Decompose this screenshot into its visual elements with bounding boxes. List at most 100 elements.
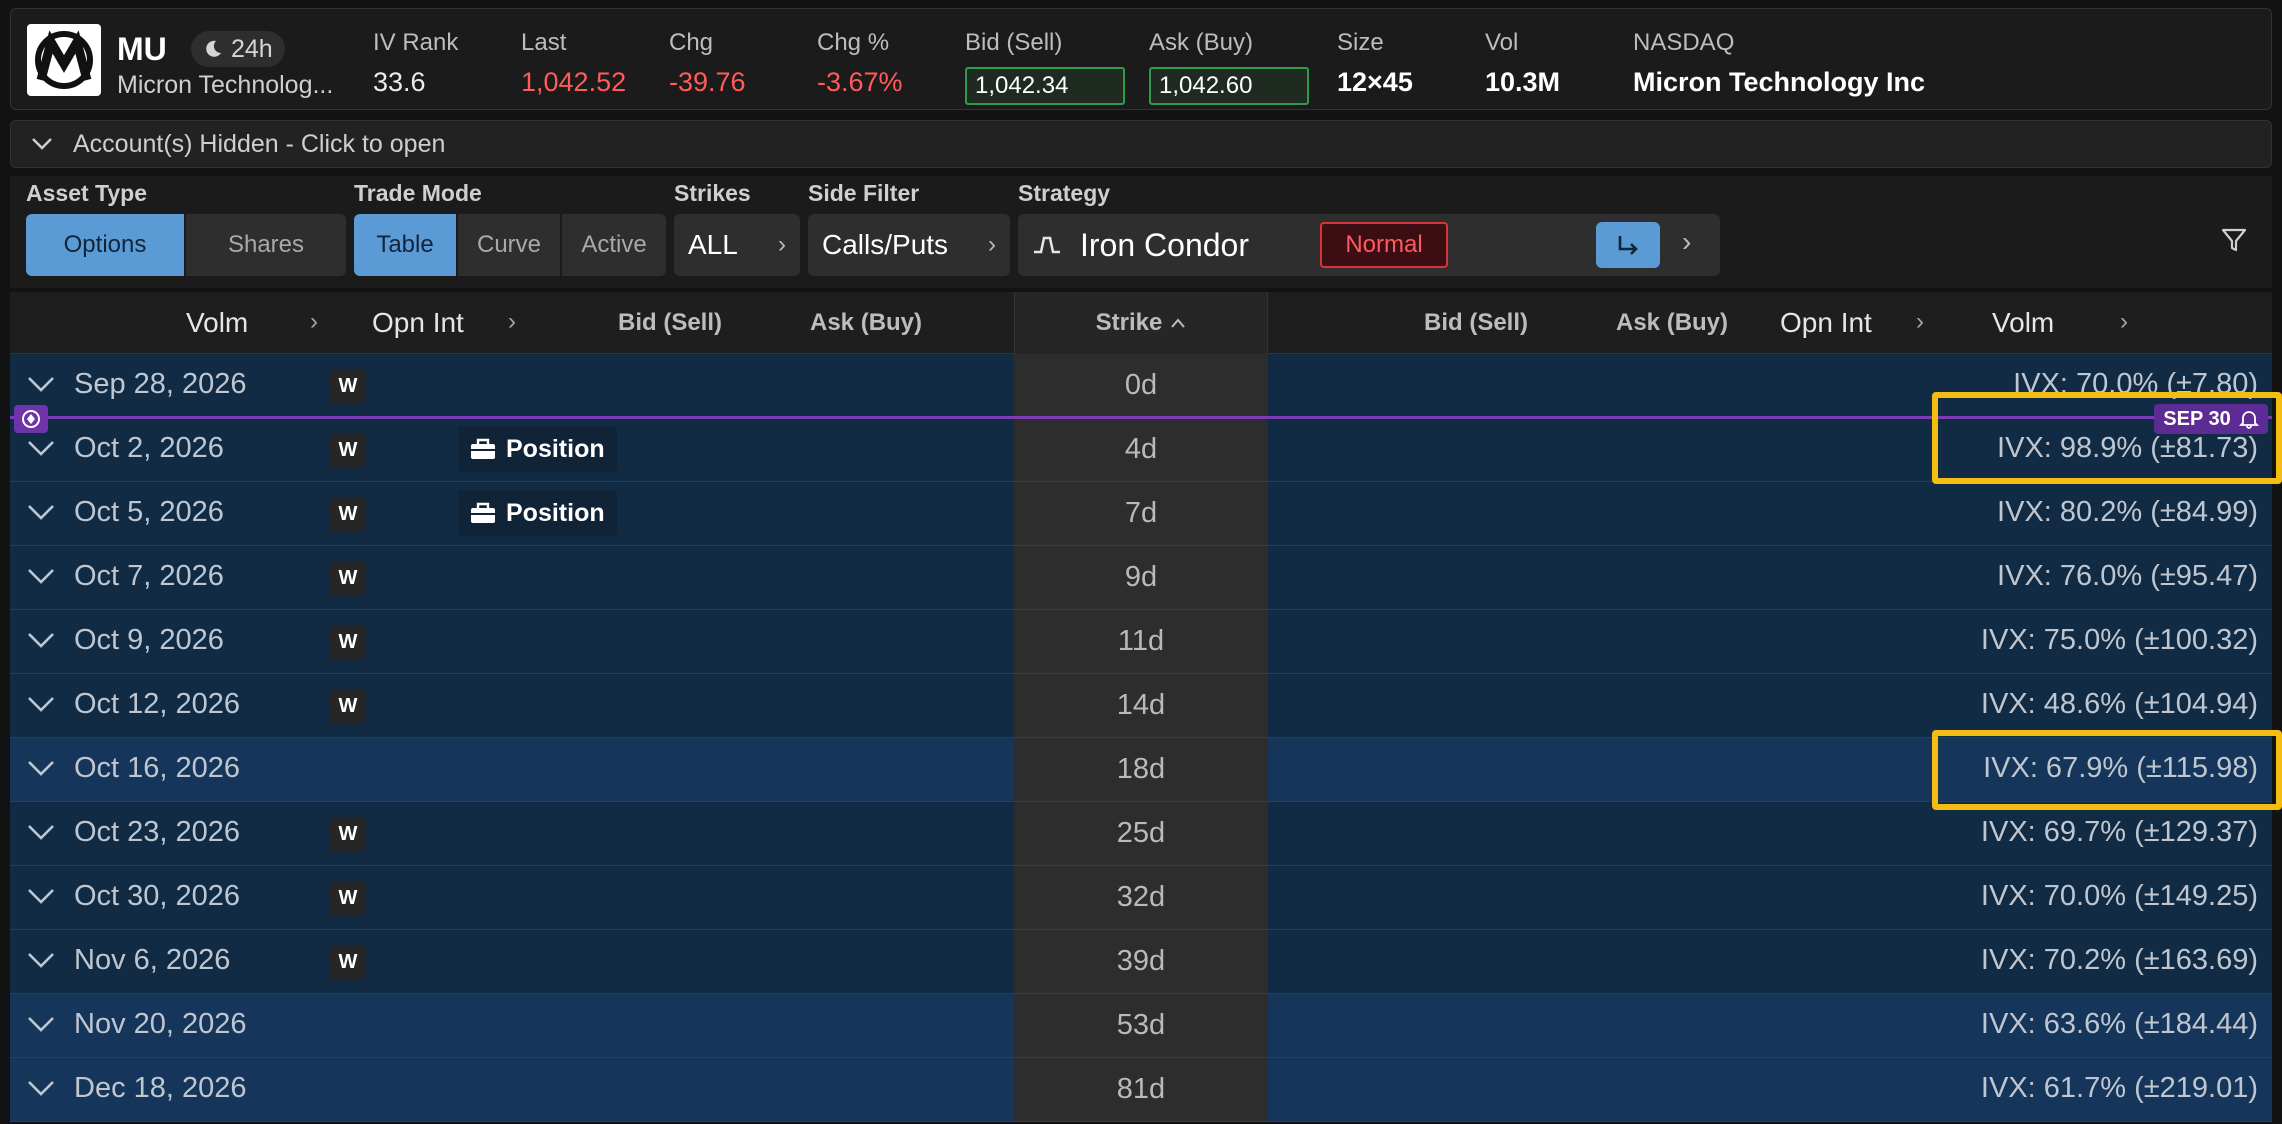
chevron-down-icon[interactable] bbox=[26, 884, 56, 908]
strikes-value: ALL bbox=[688, 229, 738, 260]
days-to-expiry: 0d bbox=[1014, 354, 1268, 417]
iron-condor-icon bbox=[1034, 236, 1060, 254]
strategy-apply-button[interactable] bbox=[1596, 222, 1660, 268]
quote-header: MU 24h Micron Technolog... IV Rank 33.6 … bbox=[10, 8, 2272, 110]
iv-rank: IV Rank 33.6 bbox=[373, 29, 458, 98]
expiration-row[interactable]: Nov 20, 2026 53d IVX: 63.6% (±184.44) bbox=[10, 994, 2272, 1058]
chevron-down-icon[interactable] bbox=[26, 692, 56, 716]
chevron-down-icon bbox=[32, 138, 52, 150]
expiration-row[interactable]: Oct 9, 2026 W 11d IVX: 75.0% (±100.32) bbox=[10, 610, 2272, 674]
accounts-hidden-bar[interactable]: Account(s) Hidden - Click to open bbox=[10, 120, 2272, 168]
size: Size 12×45 bbox=[1337, 29, 1413, 98]
exchange-label: NASDAQ bbox=[1633, 29, 1735, 56]
expiration-date: Oct 7, 2026 bbox=[74, 560, 224, 592]
col-left-volm[interactable]: Volm bbox=[186, 292, 248, 354]
chevron-right-icon[interactable]: › bbox=[1682, 226, 1691, 258]
chevron-down-icon[interactable] bbox=[26, 948, 56, 972]
col-strike[interactable]: Strike bbox=[1014, 292, 1268, 354]
expiration-row[interactable]: Dec 18, 2026 81d IVX: 61.7% (±219.01) bbox=[10, 1058, 2272, 1122]
chg-value: -39.76 bbox=[669, 67, 746, 97]
days-to-expiry: 7d bbox=[1014, 482, 1268, 545]
asset-type-options[interactable]: Options bbox=[26, 214, 186, 276]
vol-value: 10.3M bbox=[1485, 67, 1561, 97]
col-right-bid[interactable]: Bid (Sell) bbox=[1424, 292, 1528, 354]
trade-mode-active[interactable]: Active bbox=[562, 214, 666, 276]
expiration-date: Oct 5, 2026 bbox=[74, 496, 224, 528]
col-right-ask[interactable]: Ask (Buy) bbox=[1616, 292, 1728, 354]
chevron-right-icon[interactable]: › bbox=[1916, 308, 1924, 336]
trade-mode-curve[interactable]: Curve bbox=[458, 214, 562, 276]
chevron-down-icon[interactable] bbox=[26, 1076, 56, 1100]
chevron-down-icon[interactable] bbox=[26, 372, 56, 396]
chevron-down-icon[interactable] bbox=[26, 436, 56, 460]
trade-mode-table[interactable]: Table bbox=[354, 214, 458, 276]
ivx-value: IVX: 70.2% (±163.69) bbox=[1980, 944, 2258, 976]
chevron-right-icon[interactable]: › bbox=[508, 308, 516, 336]
ivx-value: IVX: 70.0% (±149.25) bbox=[1980, 880, 2258, 912]
expiration-date: Nov 6, 2026 bbox=[74, 944, 231, 976]
side-filter-selector[interactable]: Calls/Puts › bbox=[808, 214, 1010, 276]
chain-toolbar: Asset Type Options Shares Trade Mode Tab… bbox=[10, 176, 2272, 288]
col-right-opn-int[interactable]: Opn Int bbox=[1780, 292, 1872, 354]
company-name: Micron Technology Inc bbox=[1633, 67, 1926, 97]
column-header-row: Volm › Opn Int › Bid (Sell) Ask (Buy) St… bbox=[10, 292, 2272, 354]
chevron-down-icon[interactable] bbox=[26, 628, 56, 652]
col-left-bid[interactable]: Bid (Sell) bbox=[618, 292, 722, 354]
position-badge[interactable]: Position bbox=[458, 490, 617, 536]
chevron-down-icon[interactable] bbox=[26, 564, 56, 588]
position-badge[interactable]: Position bbox=[458, 426, 617, 472]
expiration-date: Nov 20, 2026 bbox=[74, 1008, 247, 1040]
volume: Vol 10.3M bbox=[1485, 29, 1560, 98]
position-label: Position bbox=[506, 498, 605, 527]
weekly-badge: W bbox=[330, 433, 366, 467]
chevron-down-icon[interactable] bbox=[26, 756, 56, 780]
briefcase-icon bbox=[471, 438, 495, 459]
expiration-date: Sep 28, 2026 bbox=[74, 368, 247, 400]
asset-type-label: Asset Type bbox=[26, 180, 148, 206]
weekly-badge: W bbox=[330, 497, 366, 531]
expiration-date: Oct 16, 2026 bbox=[74, 752, 241, 784]
position-label: Position bbox=[506, 434, 605, 463]
days-to-expiry: 4d bbox=[1014, 418, 1268, 481]
briefcase-icon bbox=[471, 502, 495, 523]
expiration-row[interactable]: Oct 5, 2026 W Position 7d IVX: 80.2% (±84.99… bbox=[10, 482, 2272, 546]
bid-quote: Bid (Sell) 1,042.34 bbox=[965, 29, 1125, 105]
days-to-expiry: 25d bbox=[1014, 802, 1268, 865]
strikes-selector[interactable]: ALL › bbox=[674, 214, 800, 276]
last-price: Last 1,042.52 bbox=[521, 29, 626, 98]
col-left-opn-int[interactable]: Opn Int bbox=[372, 292, 464, 354]
asset-type-shares[interactable]: Shares bbox=[186, 214, 346, 276]
strategy-selector[interactable]: Iron Condor Normal › bbox=[1018, 214, 1720, 276]
chevron-down-icon[interactable] bbox=[26, 1012, 56, 1036]
chg-label: Chg bbox=[669, 29, 714, 56]
weekly-badge: W bbox=[330, 625, 366, 659]
size-label: Size bbox=[1337, 29, 1384, 56]
weekly-badge: W bbox=[330, 881, 366, 915]
weekly-badge: W bbox=[330, 817, 366, 851]
strategy-normal-badge[interactable]: Normal bbox=[1320, 222, 1448, 268]
last-label: Last bbox=[521, 29, 567, 56]
col-left-ask[interactable]: Ask (Buy) bbox=[810, 292, 922, 354]
expiration-row[interactable]: Oct 7, 2026 W 9d IVX: 76.0% (±95.47) bbox=[10, 546, 2272, 610]
chevron-down-icon[interactable] bbox=[26, 500, 56, 524]
col-strike-label: Strike bbox=[1095, 309, 1163, 336]
bid-sell-button[interactable]: 1,042.34 bbox=[965, 67, 1125, 105]
ticker-symbol[interactable]: MU bbox=[117, 31, 167, 68]
weekly-badge: W bbox=[330, 369, 366, 403]
expiration-row[interactable]: Oct 23, 2026 W 25d IVX: 69.7% (±129.37) bbox=[10, 802, 2272, 866]
col-right-volm[interactable]: Volm bbox=[1992, 292, 2054, 354]
expiration-row[interactable]: Oct 12, 2026 W 14d IVX: 48.6% (±104.94) bbox=[10, 674, 2272, 738]
session-badge[interactable]: 24h bbox=[191, 31, 285, 67]
chevron-right-icon[interactable]: › bbox=[2120, 308, 2128, 336]
today-marker-icon[interactable] bbox=[14, 405, 48, 433]
change-percent: Chg % -3.67% bbox=[817, 29, 903, 98]
expiration-date: Oct 23, 2026 bbox=[74, 816, 241, 848]
days-to-expiry: 18d bbox=[1014, 738, 1268, 801]
strategy-name: Iron Condor bbox=[1080, 227, 1249, 263]
chevron-down-icon[interactable] bbox=[26, 820, 56, 844]
chevron-right-icon[interactable]: › bbox=[310, 308, 318, 336]
ask-buy-button[interactable]: 1,042.60 bbox=[1149, 67, 1309, 105]
filter-icon[interactable] bbox=[2220, 226, 2248, 259]
expiration-row[interactable]: Nov 6, 2026 W 39d IVX: 70.2% (±163.69) bbox=[10, 930, 2272, 994]
expiration-row[interactable]: Oct 30, 2026 W 32d IVX: 70.0% (±149.25) bbox=[10, 866, 2272, 930]
